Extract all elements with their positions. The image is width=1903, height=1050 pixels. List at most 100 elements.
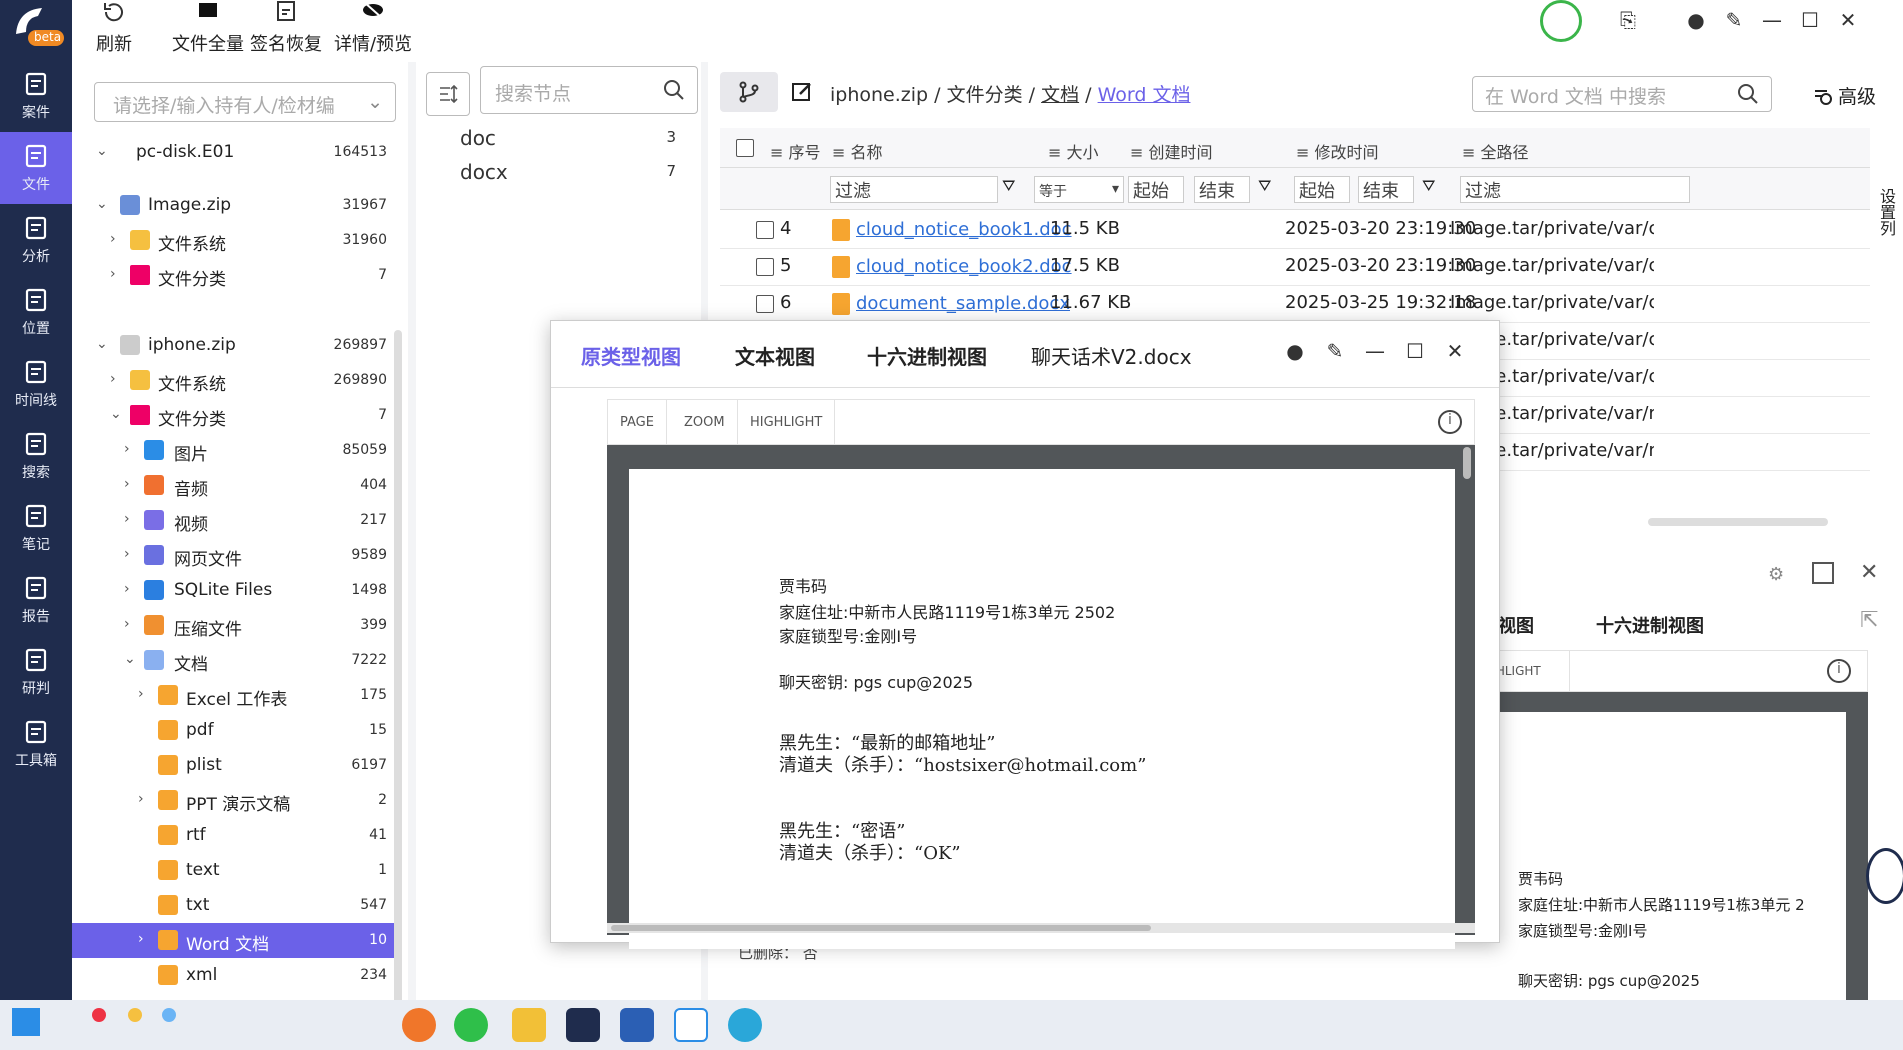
rail-item-9[interactable]: 工具箱 (0, 708, 72, 780)
info-icon[interactable]: i (1438, 410, 1462, 434)
row-checkbox[interactable] (756, 221, 774, 239)
tree-row[interactable]: › 文件系统 269890 (72, 363, 397, 398)
path-filter-input[interactable]: 过滤 (1460, 176, 1690, 203)
window-app-icon[interactable] (674, 1008, 708, 1042)
tree-row[interactable]: › 文件系统 31960 (72, 223, 397, 258)
rail-item-6[interactable]: 笔记 (0, 492, 72, 564)
chevron-right-icon[interactable]: › (124, 581, 138, 597)
chevron-right-icon[interactable]: › (110, 371, 124, 387)
chevron-right-icon[interactable]: › (138, 931, 152, 947)
tab-hex-view[interactable]: 十六进制视图 (867, 341, 987, 370)
status-circle-icon[interactable] (1540, 0, 1582, 42)
breadcrumb-item[interactable]: iphone.zip (830, 84, 928, 106)
col-path-header[interactable]: ≡ 全路径 (1462, 139, 1529, 163)
col-size-header[interactable]: ≡ 大小 (1048, 139, 1099, 163)
chevron-right-icon[interactable]: › (124, 441, 138, 457)
tree-row[interactable]: › 压缩文件 399 (72, 608, 397, 643)
tree-row[interactable]: › 网页文件 9589 (72, 538, 397, 573)
folder-icon[interactable] (512, 1008, 546, 1042)
tree-row[interactable]: › PPT 演示文稿 2 (72, 783, 397, 818)
sign-restore-button[interactable]: 签名恢复 (242, 0, 330, 62)
minimize-icon[interactable]: — (1359, 335, 1391, 367)
node-item-doc[interactable]: doc 3 (460, 126, 700, 150)
highlight-button[interactable]: HIGHLIGHT (738, 400, 836, 444)
external-link-icon[interactable]: ⇱ (1860, 608, 1878, 633)
minimize-icon[interactable]: — (1756, 4, 1788, 36)
tree-row[interactable]: xml 234 (72, 958, 397, 993)
rail-item-8[interactable]: 研判 (0, 636, 72, 708)
node-item-docx[interactable]: docx 7 (460, 160, 700, 184)
table-row[interactable]: 5 cloud_notice_book2.doc 17.5 KB 2025-03-20… (720, 249, 1870, 286)
col-name-header[interactable]: ≡ 名称 (832, 139, 883, 163)
rail-item-7[interactable]: 报告 (0, 564, 72, 636)
chevron-right-icon[interactable]: › (138, 686, 152, 702)
tree-row[interactable]: ⌄ 文件分类 7 (72, 398, 397, 433)
rail-item-3[interactable]: 位置 (0, 276, 72, 348)
word-search-input[interactable]: 在 Word 文档 中搜索 (1472, 76, 1772, 112)
close-icon[interactable]: ✕ (1832, 4, 1864, 36)
tree-row[interactable]: › 文件分类 7 (72, 258, 397, 293)
close-icon[interactable]: ✕ (1860, 560, 1878, 585)
full-text-button[interactable]: 文件全量 (164, 0, 252, 62)
breadcrumb-current[interactable]: Word 文档 (1098, 84, 1191, 106)
tree-row[interactable]: ⌄ iphone.zip 269897 (72, 328, 397, 363)
floating-assistant-icon[interactable] (1866, 848, 1903, 904)
wechat-icon[interactable] (454, 1008, 488, 1042)
branch-button[interactable] (720, 72, 778, 112)
split-view-icon[interactable] (1812, 562, 1834, 584)
word-app-icon[interactable] (620, 1008, 654, 1042)
node-search-input[interactable]: 搜索节点 (480, 66, 698, 114)
chevron-down-icon[interactable]: ⌄ (124, 651, 138, 667)
breadcrumb-item[interactable]: 文档 (1041, 84, 1079, 106)
tree-row[interactable]: › 视频 217 (72, 503, 397, 538)
chevron-down-icon[interactable]: ⌄ (110, 406, 124, 422)
tree-row[interactable]: plist 6197 (72, 748, 397, 783)
detail-preview-button[interactable]: 详情/预览 (318, 0, 428, 62)
tree-row[interactable]: rtf 41 (72, 818, 397, 853)
chevron-right-icon[interactable]: › (124, 476, 138, 492)
filter-icon[interactable]: ⛛ (1422, 176, 1435, 196)
rail-item-2[interactable]: 分析 (0, 204, 72, 276)
sort-button[interactable] (426, 72, 470, 116)
export-icon[interactable]: ⎘ (1612, 4, 1644, 36)
created-start-input[interactable]: 起始 (1128, 176, 1184, 203)
filter-icon[interactable]: ⛛ (1258, 176, 1271, 196)
chevron-right-icon[interactable]: › (124, 511, 138, 527)
row-name-link[interactable]: document_sample.docx (856, 293, 1070, 314)
rail-item-1[interactable]: 文件 (0, 132, 72, 204)
chevron-down-icon[interactable]: ⌄ (96, 196, 110, 212)
size-operator-select[interactable]: 等于 ▾ (1034, 176, 1124, 203)
grid-h-scrollbar[interactable] (1648, 518, 1828, 526)
row-checkbox[interactable] (756, 258, 774, 276)
tree-row[interactable]: text 1 (72, 853, 397, 888)
chevron-right-icon[interactable]: › (110, 231, 124, 247)
settings-icon[interactable]: ⚙ (1768, 564, 1784, 585)
user-icon[interactable]: ● (1680, 4, 1712, 36)
modified-start-input[interactable]: 起始 (1294, 176, 1350, 203)
edge-icon[interactable] (728, 1008, 762, 1042)
row-checkbox[interactable] (756, 295, 774, 313)
col-modified-header[interactable]: ≡ 修改时间 (1296, 139, 1379, 163)
filter-icon[interactable]: ⛛ (1002, 176, 1015, 196)
tree-scrollbar[interactable] (394, 330, 402, 1020)
name-filter-input[interactable]: 过滤 (830, 176, 998, 203)
column-settings-tab[interactable]: 设置列 (1868, 152, 1898, 272)
pin-icon[interactable]: ✎ (1319, 335, 1351, 367)
start-icon[interactable] (12, 1008, 40, 1036)
row-name-link[interactable]: cloud_notice_book1.doc (856, 219, 1072, 240)
created-end-input[interactable]: 结束 (1194, 176, 1250, 203)
tree-row[interactable]: › 图片 85059 (72, 433, 397, 468)
pin-icon[interactable]: ✎ (1718, 4, 1750, 36)
tab-hex-view[interactable]: 十六进制视图 (1596, 612, 1704, 638)
tree-row[interactable]: pdf 15 (72, 713, 397, 748)
tab-original-view[interactable]: 原类型视图 (581, 341, 681, 370)
info-icon[interactable]: i (1827, 659, 1851, 683)
chevron-down-icon[interactable]: ⌄ (96, 143, 110, 159)
modified-end-input[interactable]: 结束 (1358, 176, 1414, 203)
holder-combo[interactable]: 请选择/输入持有人/检材编 ⌄ (94, 82, 396, 122)
user-icon[interactable]: ● (1279, 335, 1311, 367)
col-created-header[interactable]: ≡ 创建时间 (1130, 139, 1213, 163)
table-row[interactable]: 4 cloud_notice_book1.doc 11.5 KB 2025-03-20… (720, 212, 1870, 249)
chevron-right-icon[interactable]: › (138, 791, 152, 807)
maximize-icon[interactable]: ☐ (1794, 4, 1826, 36)
